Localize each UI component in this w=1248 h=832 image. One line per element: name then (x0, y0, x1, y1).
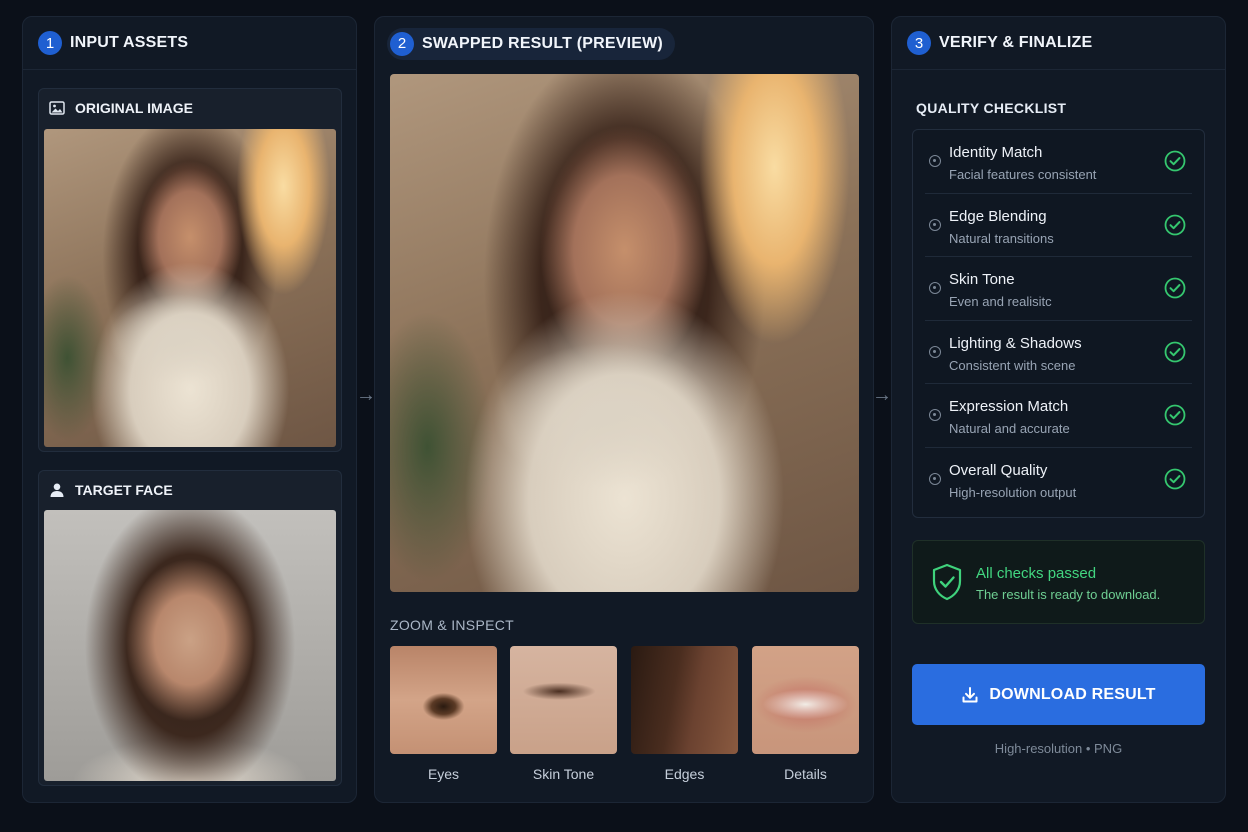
target-face-image (44, 510, 336, 781)
check-circle-icon (1164, 277, 1186, 299)
input-assets-panel: 1 INPUT ASSETS ORIGINAL IMAGE TARGET FAC… (22, 16, 357, 803)
radio-dot-icon (929, 155, 941, 167)
step-number-badge: 3 (907, 31, 931, 55)
checklist-item-subtitle: Natural and accurate (949, 421, 1070, 436)
zoom-thumbnail (390, 646, 497, 754)
zoom-inspect-heading: ZOOM & INSPECT (390, 617, 514, 633)
zoom-thumb-edges[interactable]: Edges (631, 646, 738, 782)
checklist-item-title: Edge Blending (949, 207, 1047, 225)
radio-dot-icon (929, 409, 941, 421)
checklist-item-subtitle: High-resolution output (949, 484, 1077, 500)
original-image-label: ORIGINAL IMAGE (75, 100, 193, 116)
quality-checklist: Identity Match Facial features consisten… (912, 129, 1205, 518)
checklist-row-overall-quality[interactable]: Overall Quality High-resolution output (925, 448, 1192, 512)
checklist-row-lighting-shadows[interactable]: Lighting & Shadows Consistent with scene (925, 321, 1192, 384)
check-circle-icon (1164, 214, 1186, 235)
checklist-item-title: Identity Match (949, 144, 1043, 161)
status-title: All checks passed (976, 565, 1097, 582)
arrow-right-icon: → (356, 384, 376, 406)
checklist-item-title: Skin Tone (949, 271, 1015, 288)
shield-check-icon (932, 563, 962, 601)
original-image-label-row: ORIGINAL IMAGE (49, 89, 193, 127)
original-image-card[interactable]: ORIGINAL IMAGE (38, 88, 342, 452)
panel-title: VERIFY & FINALIZE (939, 34, 1093, 51)
image-icon (49, 101, 65, 115)
panel-header: 3 VERIFY & FINALIZE (892, 17, 1225, 70)
zoom-label: Edges (664, 766, 705, 782)
checklist-item-title: Lighting & Shadows (949, 334, 1082, 352)
panel-title: SWAPPED RESULT (PREVIEW) (422, 34, 663, 52)
target-face-label-row: TARGET FACE (49, 471, 173, 509)
verify-finalize-panel: 3 VERIFY & FINALIZE QUALITY CHECKLIST Id… (891, 16, 1226, 803)
step-pill: 1 INPUT ASSETS (38, 27, 188, 59)
check-circle-icon (1164, 341, 1186, 362)
all-checks-passed-status: All checks passed The result is ready to… (912, 540, 1205, 624)
panel-title: INPUT ASSETS (70, 34, 189, 51)
swapped-result-image[interactable] (390, 74, 859, 592)
download-format-note: High-resolution • PNG (994, 741, 1123, 756)
check-circle-icon (1164, 404, 1186, 426)
check-circle-icon (1164, 150, 1186, 172)
zoom-thumb-eyes[interactable]: Eyes (390, 646, 497, 782)
checklist-item-subtitle: Even and realisitc (949, 294, 1052, 309)
zoom-thumb-details[interactable]: Details (752, 646, 859, 782)
step-number-badge: 2 (390, 31, 414, 56)
original-image (44, 129, 336, 447)
radio-dot-icon (929, 218, 941, 231)
zoom-label: Details (784, 766, 827, 782)
checklist-row-edge-blending[interactable]: Edge Blending Natural transitions (925, 194, 1192, 257)
zoom-label: Eyes (427, 766, 460, 782)
checklist-item-subtitle: Facial features consistent (949, 167, 1097, 182)
checklist-row-skin-tone[interactable]: Skin Tone Even and realisitc (925, 257, 1192, 321)
checklist-item-subtitle: Natural transitions (949, 230, 1054, 246)
check-circle-icon (1164, 468, 1186, 489)
radio-dot-icon (929, 282, 941, 294)
zoom-thumbnail (752, 646, 859, 754)
panel-header: 1 INPUT ASSETS (23, 17, 356, 70)
zoom-thumbnail (631, 646, 738, 754)
step-pill: 2 SWAPPED RESULT (PREVIEW) (387, 27, 675, 60)
target-face-label: TARGET FACE (75, 482, 173, 498)
radio-dot-icon (929, 472, 941, 485)
zoom-thumb-skin-tone[interactable]: Skin Tone (510, 646, 617, 782)
checklist-row-expression-match[interactable]: Expression Match Natural and accurate (925, 384, 1192, 448)
download-button-label: DOWNLOAD RESULT (989, 685, 1156, 703)
status-subtitle: The result is ready to download. (976, 587, 1161, 602)
zoom-thumbnail (510, 646, 617, 754)
zoom-label: Skin Tone (532, 766, 595, 782)
radio-dot-icon (929, 345, 941, 358)
download-icon (962, 686, 978, 702)
target-face-card[interactable]: TARGET FACE (38, 470, 342, 786)
checklist-item-subtitle: Consistent with scene (949, 357, 1076, 373)
checklist-item-title: Expression Match (949, 398, 1069, 415)
user-icon (50, 483, 64, 497)
checklist-item-title: Overall Quality (949, 461, 1048, 479)
step-pill: 3 VERIFY & FINALIZE (907, 27, 1092, 59)
swapped-result-panel: 2 SWAPPED RESULT (PREVIEW) ZOOM & INSPEC… (374, 16, 874, 803)
checklist-row-identity-match[interactable]: Identity Match Facial features consisten… (925, 130, 1192, 194)
arrow-right-icon: → (872, 384, 892, 406)
quality-checklist-heading: QUALITY CHECKLIST (916, 100, 1067, 116)
step-number-badge: 1 (38, 31, 62, 55)
panel-header: 2 SWAPPED RESULT (PREVIEW) (375, 17, 873, 70)
download-result-button[interactable]: DOWNLOAD RESULT (912, 664, 1205, 725)
